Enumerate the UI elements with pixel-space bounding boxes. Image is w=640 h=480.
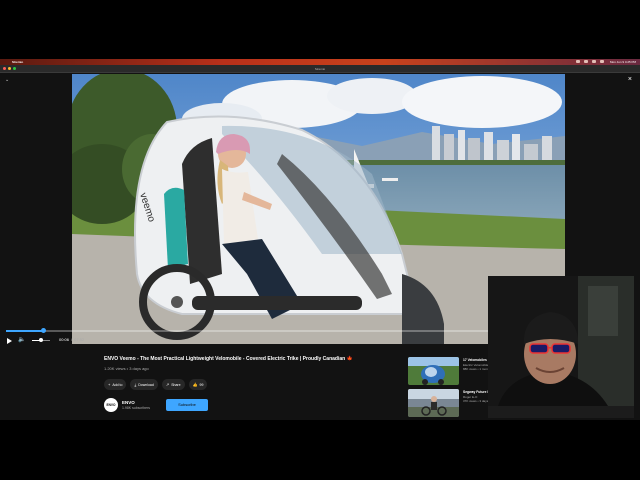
battery-icon[interactable] <box>584 60 588 63</box>
recommendation-thumbnail[interactable] <box>408 357 459 385</box>
progress-fill <box>6 330 43 332</box>
add-to-label: Add to <box>112 382 123 387</box>
time-separator: / <box>71 337 73 342</box>
volume-handle[interactable] <box>39 338 43 342</box>
video-actions: + Add to ⤓ Download ↗ Share 👍 99 <box>104 379 208 390</box>
duration: 07:52 <box>74 337 85 342</box>
download-button[interactable]: ⤓ Download <box>130 379 158 390</box>
channel-subscribers: 1.98K subscribers <box>122 406 151 410</box>
status-icons <box>576 60 604 63</box>
channel-avatar[interactable]: ENVO <box>104 398 118 412</box>
share-button[interactable]: ↗ Share <box>161 379 185 390</box>
thumbnail-image <box>408 389 459 417</box>
window-title: Stremio <box>314 67 326 71</box>
add-to-button[interactable]: + Add to <box>104 379 127 390</box>
volume-icon[interactable]: 🔈 <box>18 336 25 343</box>
video-title: ENVO Veemo - The Most Practical Lightwei… <box>104 356 353 362</box>
webcam-overlay <box>488 276 634 406</box>
search-icon[interactable] <box>600 60 604 63</box>
play-icon[interactable] <box>7 338 12 344</box>
webcam-feed <box>488 276 634 406</box>
recommendation-views: 37K views • 3 days ago <box>463 399 489 404</box>
recommendation-text: Segway Future Impression Roger E-O 37K v… <box>463 390 489 403</box>
plus-icon: + <box>108 382 111 387</box>
share-icon: ↗ <box>165 382 170 387</box>
bottom-blank-area <box>0 420 640 480</box>
download-label: Download <box>138 382 154 387</box>
recommendation-views: 88K views • 1 month ago <box>463 367 489 372</box>
share-label: Share <box>171 382 181 387</box>
webcam-caption-strip <box>488 406 634 418</box>
control-center-icon[interactable] <box>592 60 596 63</box>
title-bar: Stremio <box>0 65 640 73</box>
recommendation-item[interactable]: 17 Velomobiles Electric Velomobile 88K v… <box>408 357 489 385</box>
recommendation-title: 17 Velomobiles <box>463 358 487 362</box>
subscribe-button[interactable]: Subscribe <box>166 399 208 411</box>
thumbs-up-icon: 👍 <box>192 382 198 387</box>
progress-handle[interactable] <box>40 328 46 333</box>
recommendation-text: 17 Velomobiles Electric Velomobile 88K v… <box>463 358 489 371</box>
time-display: 00:06/07:52 <box>59 337 84 342</box>
recommendation-thumbnail[interactable] <box>408 389 459 417</box>
channel-name[interactable]: ENVO <box>122 400 135 405</box>
current-time: 00:06 <box>59 337 70 342</box>
video-meta: 1.20K views • 3 days ago <box>104 366 149 371</box>
thumbnail-image <box>408 357 459 385</box>
volume-slider[interactable] <box>32 338 50 342</box>
wifi-icon[interactable] <box>576 60 580 63</box>
like-button[interactable]: 👍 99 <box>188 379 208 390</box>
recommendation-title: Segway Future Impression <box>463 390 489 394</box>
chevron-down-icon[interactable]: ⌄ <box>5 77 9 83</box>
progress-bar[interactable] <box>6 328 492 333</box>
close-player-button[interactable]: × <box>628 76 632 83</box>
recommendation-item[interactable]: Segway Future Impression Roger E-O 37K v… <box>408 389 489 417</box>
like-count: 99 <box>199 382 204 387</box>
download-icon: ⤓ <box>134 382 137 387</box>
